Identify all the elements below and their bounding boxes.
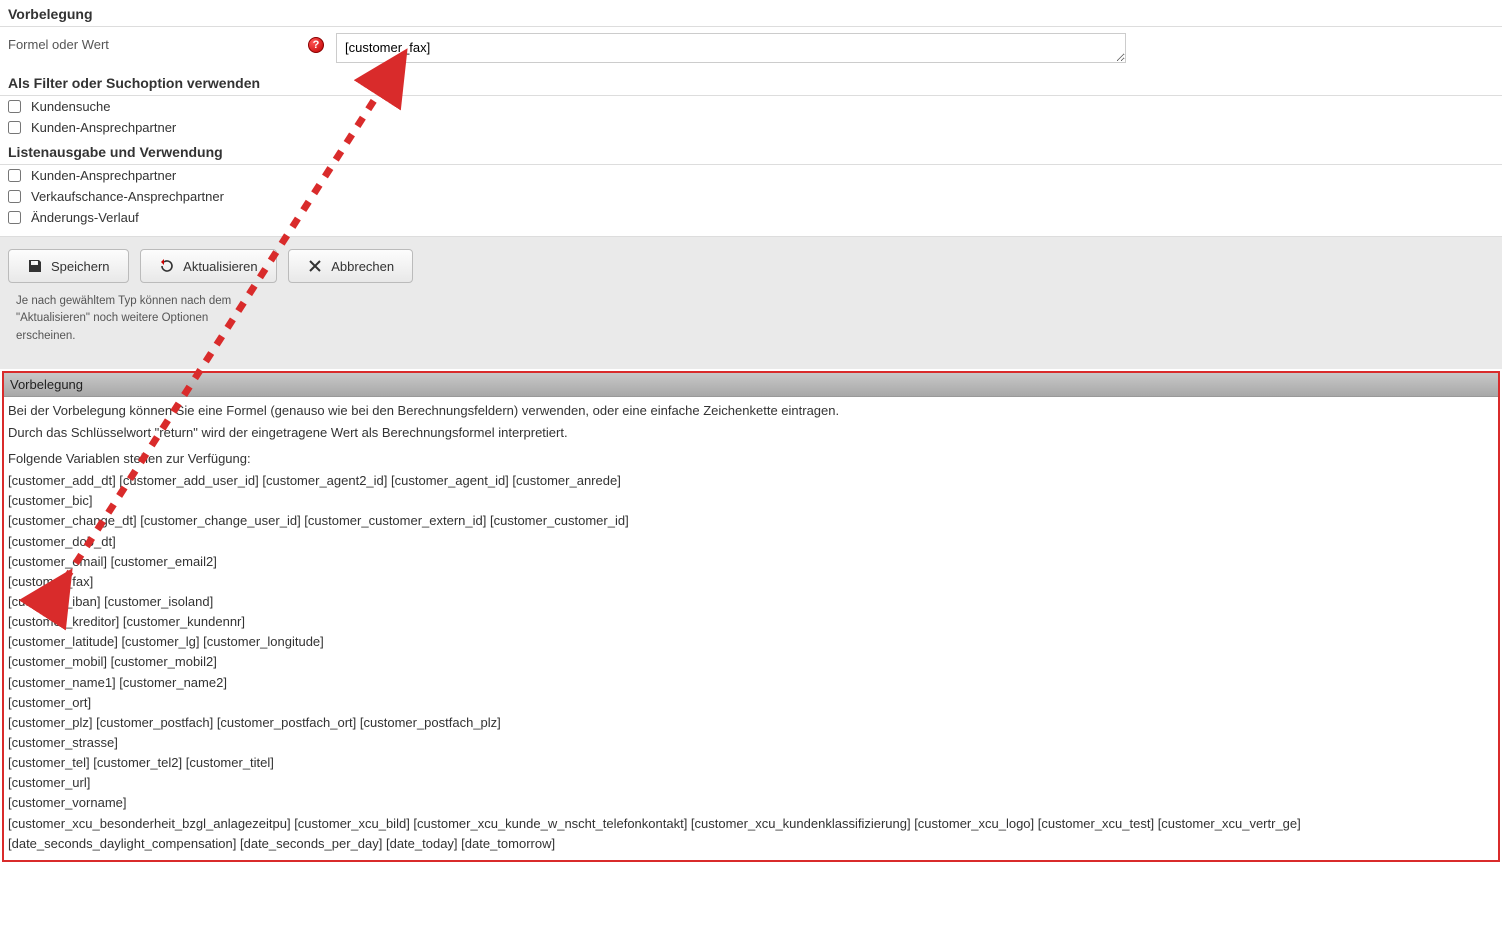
- refresh-icon: [159, 258, 175, 274]
- checkbox-kunden-ansprechpartner-out[interactable]: [8, 169, 21, 182]
- variable-line: [customer_tel] [customer_tel2] [customer…: [8, 753, 1494, 773]
- section-output-title: Listenausgabe und Verwendung: [0, 138, 1502, 165]
- variable-line: [customer_latitude] [customer_lg] [custo…: [8, 632, 1494, 652]
- variable-line: [customer_dob_dt]: [8, 532, 1494, 552]
- checkbox-aenderungs-verlauf-label: Änderungs-Verlauf: [31, 210, 139, 225]
- formula-row: Formel oder Wert ?: [0, 27, 1502, 69]
- save-icon: [27, 258, 43, 274]
- checkbox-verkaufschance-ansprechpartner-label: Verkaufschance-Ansprechpartner: [31, 189, 224, 204]
- checkbox-kunden-ansprechpartner-out-label: Kunden-Ansprechpartner: [31, 168, 176, 183]
- checkbox-kundensuche-label: Kundensuche: [31, 99, 111, 114]
- formula-label: Formel oder Wert: [8, 33, 308, 52]
- refresh-button[interactable]: Aktualisieren: [140, 249, 276, 283]
- variable-line: [customer_email] [customer_email2]: [8, 552, 1494, 572]
- checkbox-kunden-ansprechpartner-filter[interactable]: [8, 121, 21, 134]
- checkbox-kunden-ansprechpartner-filter-label: Kunden-Ansprechpartner: [31, 120, 176, 135]
- variable-line: [customer_mobil] [customer_mobil2]: [8, 652, 1494, 672]
- variable-line: [customer_plz] [customer_postfach] [cust…: [8, 713, 1494, 733]
- section-filter-title: Als Filter oder Suchoption verwenden: [0, 69, 1502, 96]
- checkbox-kundensuche[interactable]: [8, 100, 21, 113]
- checkbox-aenderungs-verlauf[interactable]: [8, 211, 21, 224]
- help-intro-1: Bei der Vorbelegung können Sie eine Form…: [8, 401, 1494, 421]
- variable-line: [customer_xcu_besonderheit_bzgl_anlageze…: [8, 814, 1494, 834]
- variable-line: [customer_kreditor] [customer_kundennr]: [8, 612, 1494, 632]
- checkbox-verkaufschance-ansprechpartner[interactable]: [8, 190, 21, 203]
- variable-line: [customer_url]: [8, 773, 1494, 793]
- variable-line: [customer_fax]: [8, 572, 1494, 592]
- button-bar: Speichern Aktualisieren Abbrechen Je nac…: [0, 236, 1502, 369]
- help-icon[interactable]: ?: [308, 37, 324, 53]
- help-vars-label: Folgende Variablen stehen zur Verfügung:: [8, 449, 1494, 469]
- refresh-button-label: Aktualisieren: [183, 259, 257, 274]
- variable-line: [customer_change_dt] [customer_change_us…: [8, 511, 1494, 531]
- hint-text: Je nach gewähltem Typ können nach dem "A…: [8, 283, 268, 357]
- help-panel-body: Bei der Vorbelegung können Sie eine Form…: [4, 397, 1498, 860]
- variable-line: [date_seconds_daylight_compensation] [da…: [8, 834, 1494, 854]
- variable-line: [customer_iban] [customer_isoland]: [8, 592, 1494, 612]
- cancel-button-label: Abbrechen: [331, 259, 394, 274]
- help-panel: Vorbelegung Bei der Vorbelegung können S…: [2, 371, 1500, 862]
- variable-line: [customer_vorname]: [8, 793, 1494, 813]
- variable-line: [customer_add_dt] [customer_add_user_id]…: [8, 471, 1494, 491]
- save-button[interactable]: Speichern: [8, 249, 129, 283]
- help-intro-2: Durch das Schlüsselwort "return" wird de…: [8, 423, 1494, 443]
- save-button-label: Speichern: [51, 259, 110, 274]
- variable-line: [customer_name1] [customer_name2]: [8, 673, 1494, 693]
- section-vorbelegung-title: Vorbelegung: [0, 0, 1502, 27]
- variable-line: [customer_strasse]: [8, 733, 1494, 753]
- variable-line: [customer_bic]: [8, 491, 1494, 511]
- formula-input[interactable]: [336, 33, 1126, 63]
- help-panel-title: Vorbelegung: [4, 373, 1498, 397]
- variable-line: [customer_ort]: [8, 693, 1494, 713]
- close-icon: [307, 258, 323, 274]
- cancel-button[interactable]: Abbrechen: [288, 249, 413, 283]
